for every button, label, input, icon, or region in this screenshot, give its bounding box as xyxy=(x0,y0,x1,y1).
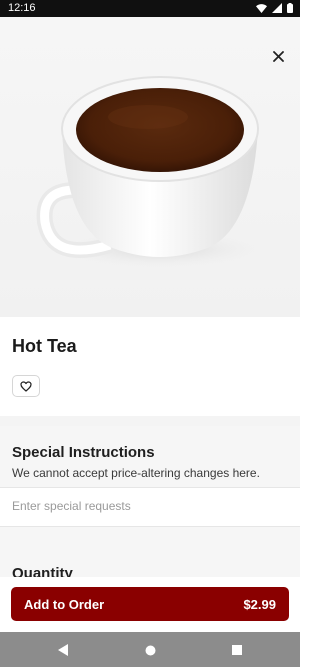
item-hero-image xyxy=(0,17,300,317)
favorite-button[interactable] xyxy=(12,375,40,397)
section-divider xyxy=(0,416,300,426)
status-bar: 12:16 xyxy=(0,0,300,17)
recents-icon xyxy=(232,645,242,655)
home-icon xyxy=(145,645,155,655)
system-nav-bar xyxy=(0,632,300,667)
special-instructions-title: Special Instructions xyxy=(12,444,155,461)
back-icon xyxy=(57,644,68,656)
close-button[interactable] xyxy=(266,44,290,68)
add-to-order-button[interactable]: Add to Order $2.99 xyxy=(11,587,289,621)
quantity-section: Quantity xyxy=(0,527,300,577)
order-price: $2.99 xyxy=(243,597,276,612)
special-requests-placeholder: Enter special requests xyxy=(12,499,131,513)
tea-cup-illustration xyxy=(36,76,270,269)
special-requests-input[interactable]: Enter special requests xyxy=(0,487,300,527)
add-to-order-label: Add to Order xyxy=(24,597,105,612)
recents-button[interactable] xyxy=(228,641,246,659)
heart-icon xyxy=(20,380,32,392)
status-icons xyxy=(256,3,293,13)
quantity-title: Quantity xyxy=(12,565,73,577)
wifi-icon xyxy=(256,3,267,13)
battery-icon xyxy=(287,3,293,13)
close-icon xyxy=(272,50,284,62)
back-button[interactable] xyxy=(54,641,72,659)
status-time: 12:16 xyxy=(8,2,36,14)
signal-icon xyxy=(272,3,282,13)
special-instructions-note: We cannot accept price-altering changes … xyxy=(12,466,260,480)
item-title: Hot Tea xyxy=(12,336,77,356)
home-button[interactable] xyxy=(141,641,159,659)
